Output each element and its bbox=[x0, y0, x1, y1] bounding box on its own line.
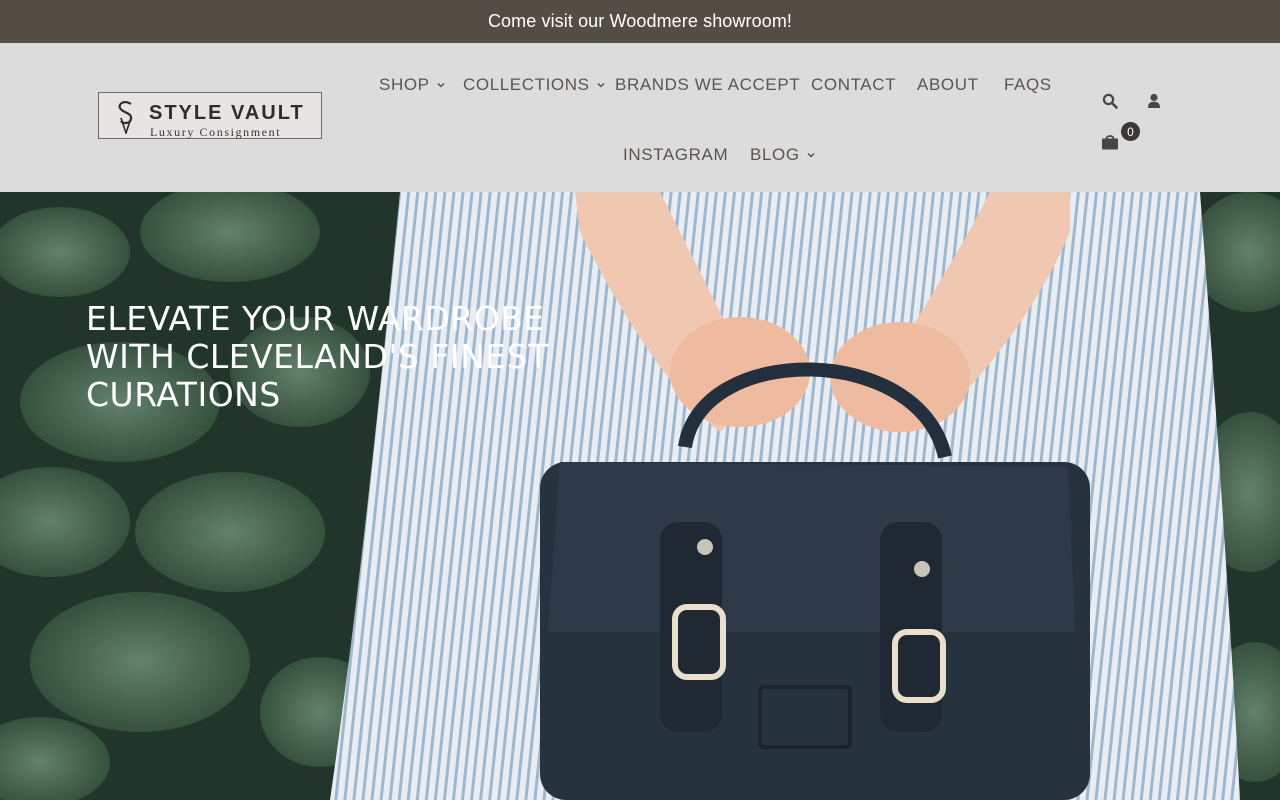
nav-collections-label: COLLECTIONS bbox=[463, 75, 590, 94]
nav-instagram[interactable]: INSTAGRAM bbox=[623, 143, 728, 167]
site-header: STYLE VAULT Luxury Consignment SHOP COLL… bbox=[0, 43, 1280, 192]
account-icon[interactable] bbox=[1147, 93, 1161, 109]
announcement-text: Come visit our Woodmere showroom! bbox=[487, 11, 793, 31]
chevron-down-icon bbox=[437, 82, 445, 88]
cart-count-badge: 0 bbox=[1121, 122, 1140, 141]
nav-instagram-label: INSTAGRAM bbox=[623, 145, 729, 164]
nav-collections[interactable]: COLLECTIONS bbox=[463, 73, 605, 97]
hero-title: ELEVATE YOUR WARDROBE WITH CLEVELAND'S F… bbox=[86, 299, 549, 414]
nav-contact-label: CONTACT bbox=[811, 75, 897, 94]
announcement-bar: Come visit our Woodmere showroom! bbox=[0, 0, 1280, 43]
nav-faqs[interactable]: FAQS bbox=[1004, 73, 1052, 97]
store-logo[interactable]: STYLE VAULT Luxury Consignment bbox=[98, 92, 322, 139]
logo-title: STYLE VAULT bbox=[149, 102, 305, 124]
nav-about-label: ABOUT bbox=[917, 75, 979, 94]
nav-shop-label: SHOP bbox=[379, 75, 430, 94]
nav-blog[interactable]: BLOG bbox=[750, 143, 815, 167]
nav-about[interactable]: ABOUT bbox=[917, 73, 979, 97]
nav-brands-we-accept[interactable]: BRANDS WE ACCEPT bbox=[615, 73, 800, 97]
cart-icon[interactable] bbox=[1101, 133, 1119, 150]
logo-monogram-icon bbox=[118, 101, 133, 134]
chevron-down-icon bbox=[597, 82, 605, 88]
nav-contact[interactable]: CONTACT bbox=[811, 73, 896, 97]
search-icon[interactable] bbox=[1102, 93, 1118, 109]
hero-image bbox=[0, 192, 1280, 800]
nav-faqs-label: FAQS bbox=[1004, 75, 1052, 94]
logo-subtitle: Luxury Consignment bbox=[150, 125, 282, 139]
nav-blog-label: BLOG bbox=[750, 145, 800, 164]
nav-brands-label: BRANDS WE ACCEPT bbox=[615, 75, 801, 94]
nav-shop[interactable]: SHOP bbox=[379, 73, 445, 97]
hero-banner: ELEVATE YOUR WARDROBE WITH CLEVELAND'S F… bbox=[0, 192, 1280, 800]
chevron-down-icon bbox=[807, 152, 815, 158]
